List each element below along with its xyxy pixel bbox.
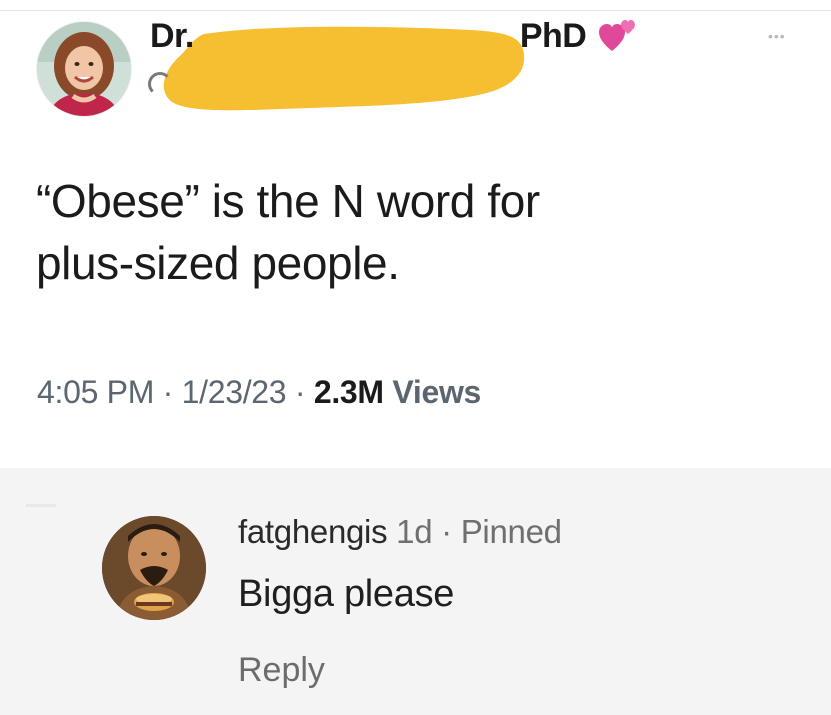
- display-name[interactable]: Dr. PhD: [150, 14, 638, 58]
- reply-button[interactable]: Reply: [238, 646, 325, 694]
- comment-separator: ·: [432, 513, 461, 550]
- display-name-prefix: Dr.: [150, 16, 194, 55]
- tweet-text: “Obese” is the N word for plus-sized peo…: [36, 175, 540, 289]
- views-count[interactable]: 2.3M: [314, 374, 384, 410]
- comment-age: 1d: [396, 513, 433, 550]
- tweet-time[interactable]: 4:05 PM: [37, 374, 154, 410]
- comment-text: Bigga please: [238, 573, 455, 615]
- display-name-suffix: PhD: [519, 16, 587, 55]
- avatar-photo: [37, 22, 131, 116]
- pinned-label: Pinned: [460, 513, 562, 550]
- tweet-card: Dr. PhD ••• “Obese” is the N word for pl…: [0, 0, 831, 468]
- tweet-date[interactable]: 1/23/23: [182, 374, 287, 410]
- handle-partial: [148, 72, 172, 96]
- comment-divider: [26, 504, 56, 507]
- author-avatar[interactable]: [37, 22, 131, 116]
- comment-header: fatghengis 1d · Pinned: [238, 510, 562, 554]
- top-divider: [0, 10, 831, 11]
- commenter-avatar[interactable]: [102, 516, 206, 620]
- comment-username[interactable]: fatghengis: [238, 513, 388, 550]
- avatar-photo: [102, 516, 206, 620]
- views-label[interactable]: Views: [392, 374, 481, 410]
- more-options-icon[interactable]: •••: [768, 28, 786, 44]
- two-hearts-icon: [598, 18, 638, 54]
- meta-separator: ·: [154, 374, 182, 410]
- meta-separator: ·: [286, 374, 314, 410]
- tweet-meta: 4:05 PM · 1/23/23 · 2.3M Views: [37, 366, 481, 418]
